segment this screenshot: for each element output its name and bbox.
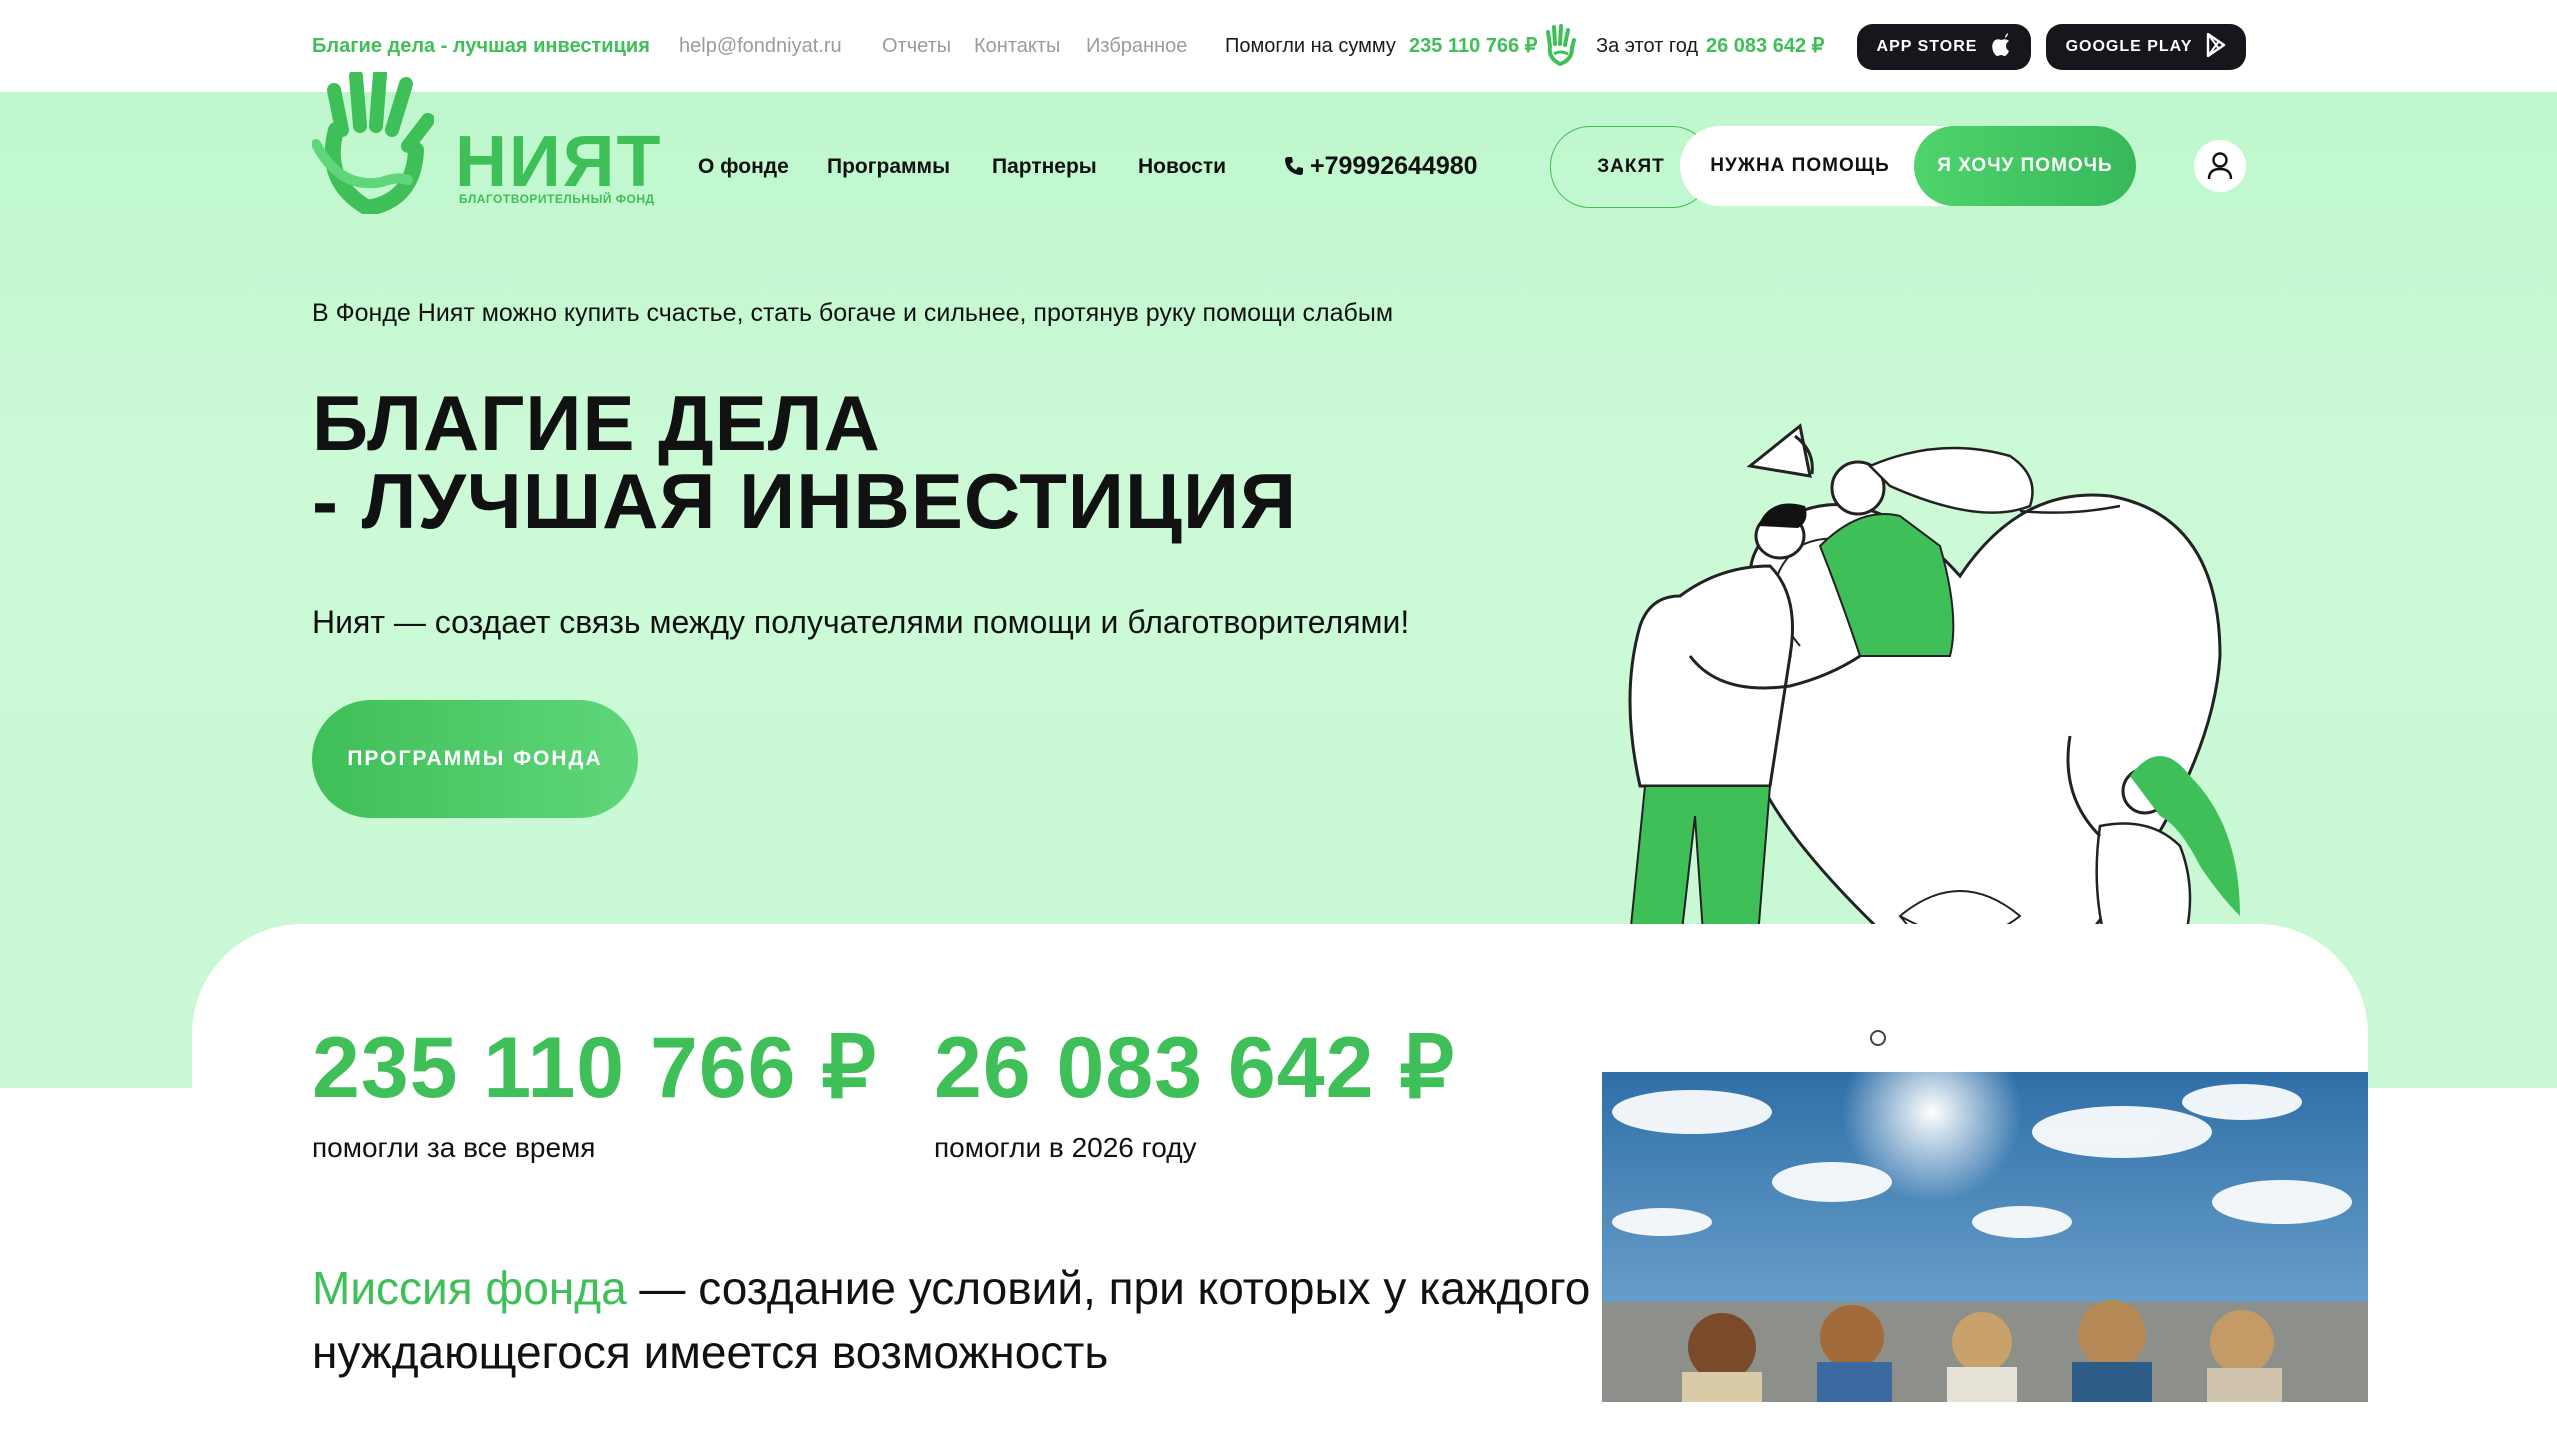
hero-title-line2: - ЛУЧШАЯ ИНВЕСТИЦИЯ bbox=[312, 457, 1298, 545]
google-play-button[interactable]: GOOGLE PLAY bbox=[2046, 24, 2246, 70]
app-store-label: APP STORE bbox=[1876, 38, 1978, 55]
contacts-link[interactable]: Контакты bbox=[974, 28, 1060, 64]
logo-wordmark[interactable]: НИЯТ bbox=[455, 122, 662, 202]
reports-link[interactable]: Отчеты bbox=[882, 28, 951, 64]
phone-number[interactable]: +79992644980 bbox=[1310, 148, 1478, 184]
hero-title-line1: БЛАГИЕ ДЕЛА bbox=[312, 379, 881, 467]
slider-dot[interactable] bbox=[1870, 1030, 1886, 1046]
google-play-label: GOOGLE PLAY bbox=[2065, 38, 2193, 55]
helped-label: Помогли на сумму bbox=[1225, 35, 1396, 57]
stat-year-value: 26 083 642 ₽ bbox=[934, 1020, 1456, 1116]
user-icon[interactable] bbox=[2194, 140, 2246, 192]
nav-partners[interactable]: Партнеры bbox=[992, 150, 1097, 184]
nav-programs[interactable]: Программы bbox=[827, 150, 950, 184]
mission-text: Миссия фонда — создание условий, при кот… bbox=[312, 1256, 1612, 1384]
nav-about[interactable]: О фонде bbox=[698, 150, 789, 184]
children-photo bbox=[1602, 1072, 2368, 1402]
google-play-icon bbox=[2206, 32, 2226, 62]
need-help-button[interactable]: НУЖНА ПОМОЩЬ bbox=[1700, 126, 1900, 206]
logo-hand-icon[interactable] bbox=[311, 67, 435, 217]
programs-cta-button[interactable]: ПРОГРАММЫ ФОНДА bbox=[312, 700, 638, 818]
hand-icon bbox=[1544, 24, 1576, 68]
hero-title: БЛАГИЕ ДЕЛА - ЛУЧШАЯ ИНВЕСТИЦИЯ bbox=[312, 384, 1297, 540]
apple-icon bbox=[1991, 32, 2011, 62]
helped-total: 235 110 766 ₽ bbox=[1409, 35, 1538, 57]
nav-news[interactable]: Новости bbox=[1138, 150, 1226, 184]
mission-highlight: Миссия фонда bbox=[312, 1262, 627, 1314]
logo-subtitle: БЛАГОТВОРИТЕЛЬНЫЙ ФОНД bbox=[459, 192, 655, 206]
stat-total-label: помогли за все время bbox=[312, 1132, 596, 1163]
hero-subtitle: Ният — создает связь между получателями … bbox=[312, 604, 1410, 640]
want-help-button[interactable]: Я ХОЧУ ПОМОЧЬ bbox=[1914, 126, 2136, 206]
phone-icon bbox=[1284, 156, 1304, 176]
top-slogan: Благие дела - лучшая инвестиция bbox=[312, 35, 650, 57]
year-total: 26 083 642 ₽ bbox=[1706, 35, 1825, 57]
hero-tagline: В Фонде Ният можно купить счастье, стать… bbox=[312, 299, 1394, 327]
year-label: За этот год bbox=[1596, 35, 1699, 57]
email-link[interactable]: help@fondniyat.ru bbox=[679, 28, 842, 64]
app-store-button[interactable]: APP STORE bbox=[1857, 24, 2031, 70]
stat-year-label: помогли в 2026 году bbox=[934, 1132, 1197, 1163]
favorites-link[interactable]: Избранное bbox=[1086, 28, 1187, 64]
stat-total-value: 235 110 766 ₽ bbox=[312, 1020, 878, 1116]
